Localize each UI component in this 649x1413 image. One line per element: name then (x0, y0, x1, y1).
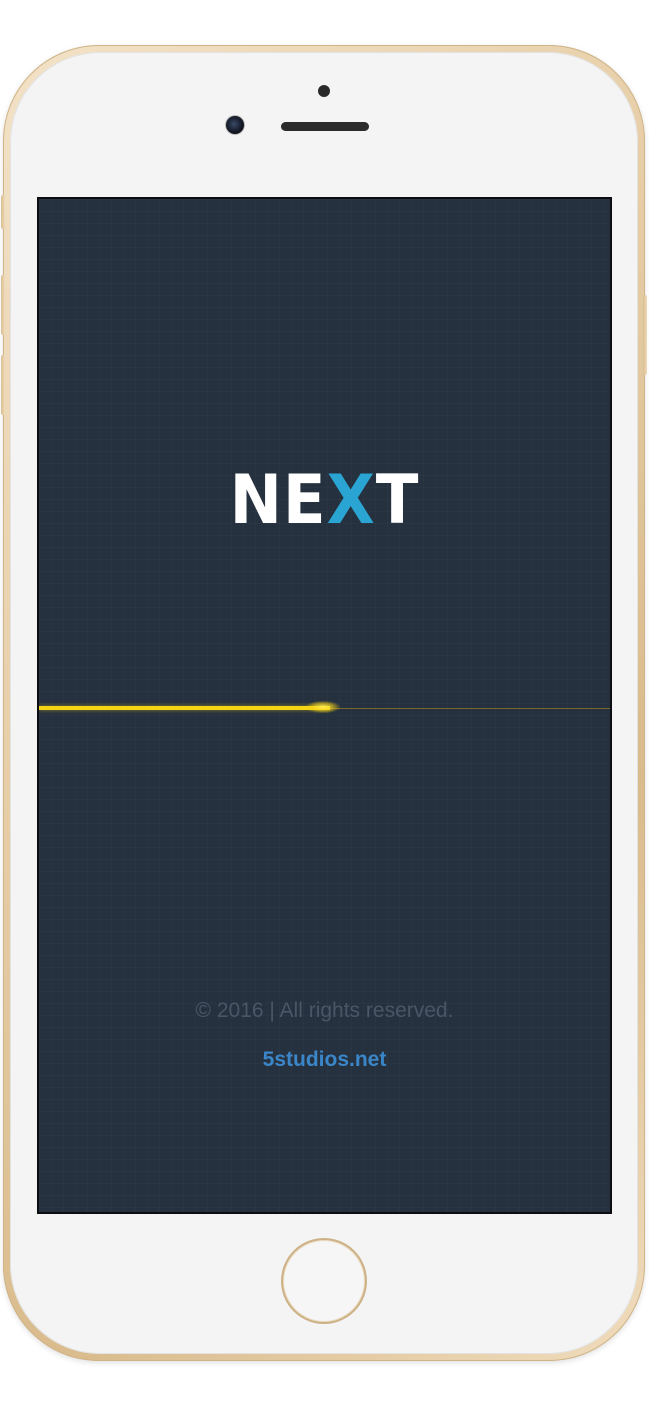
volume-up-button (1, 275, 5, 335)
front-camera-icon (226, 116, 244, 134)
logo-text-x: X (326, 461, 376, 540)
mute-switch (1, 195, 5, 229)
home-button-icon[interactable] (281, 1238, 367, 1324)
website-link[interactable]: 5studios.net (39, 1048, 610, 1072)
logo-text-ne: NE (229, 461, 327, 540)
logo-text-t: T (375, 461, 420, 540)
splash-screen: NEXT © 2016 | All rights reserved. 5stud… (37, 197, 612, 1214)
loading-progress-fill (39, 706, 330, 710)
copyright-text: © 2016 | All rights reserved. (195, 999, 454, 1022)
earpiece-speaker-icon (281, 122, 369, 131)
power-button (643, 295, 647, 375)
volume-down-button (1, 355, 5, 415)
loading-progress-glow (306, 701, 340, 713)
app-logo: NEXT (62, 467, 587, 535)
proximity-sensor-icon (318, 85, 330, 97)
